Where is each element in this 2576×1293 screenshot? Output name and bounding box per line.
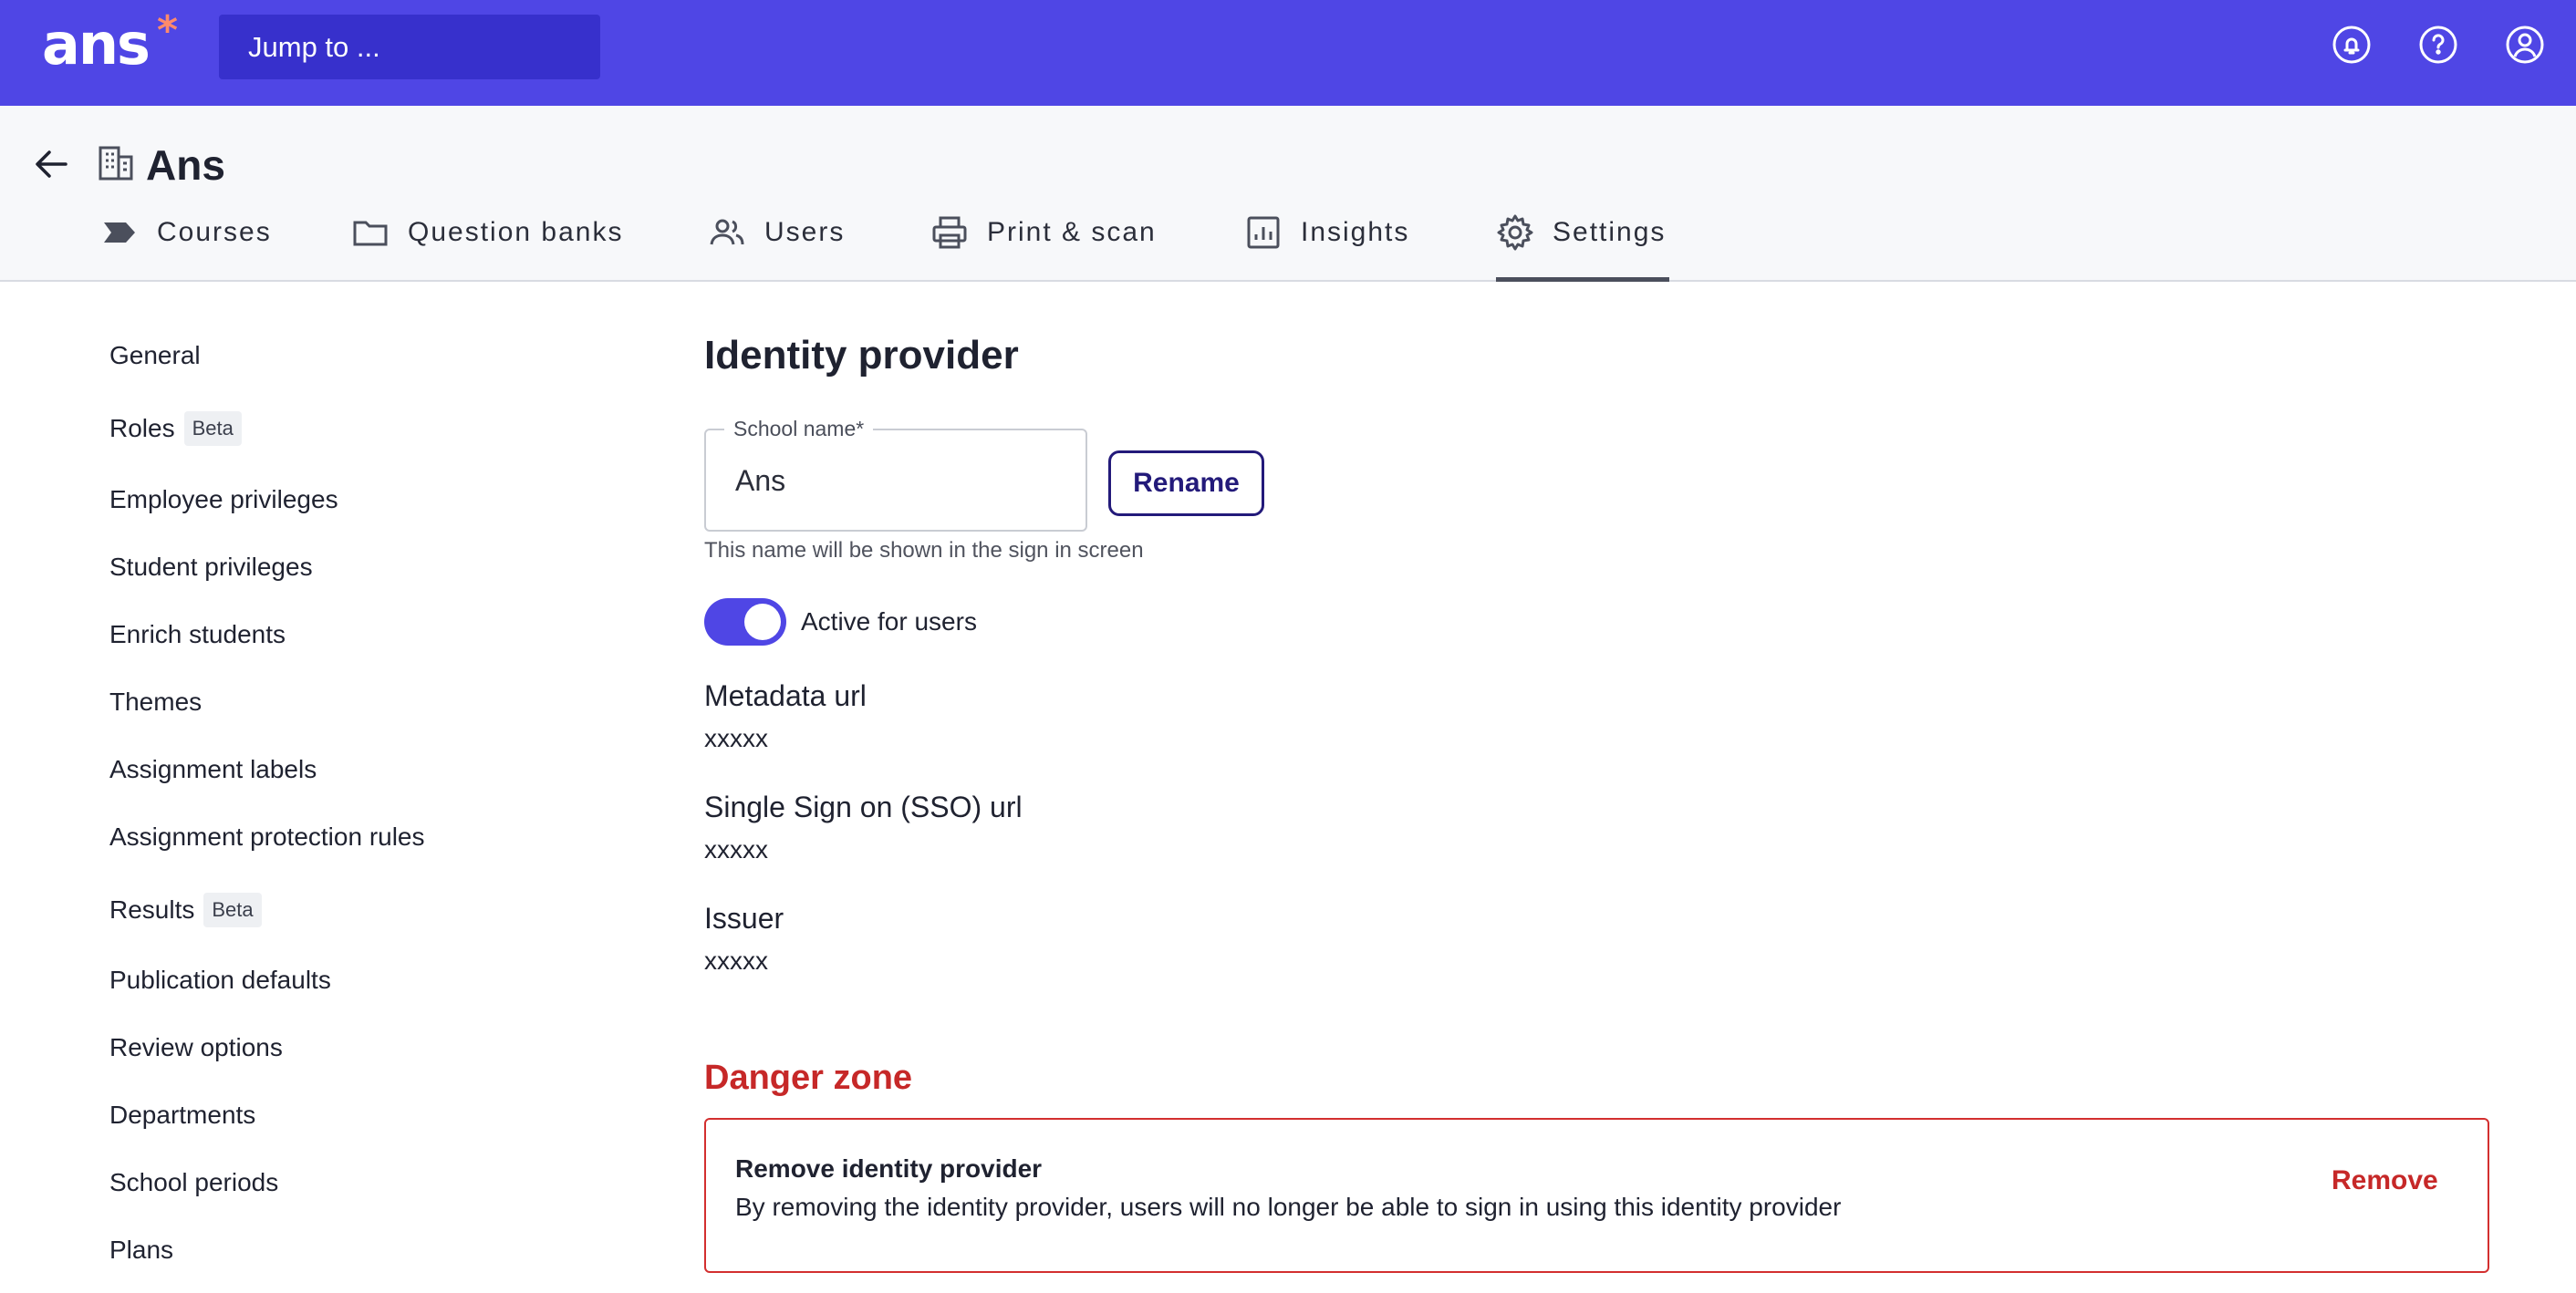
tab-label: Insights xyxy=(1301,217,1410,247)
tab-label: Courses xyxy=(157,217,272,247)
folder-icon xyxy=(353,221,388,246)
danger-zone-heading: Remove identity provider xyxy=(735,1154,1043,1183)
sidebar-item-general[interactable]: General xyxy=(109,339,201,372)
tab-label: Print & scan xyxy=(987,217,1157,247)
toggle-label: Active for users xyxy=(801,607,977,636)
users-icon xyxy=(710,219,744,245)
sidebar-item-themes[interactable]: Themes xyxy=(109,686,202,719)
top-bar: ans * Jump to ... xyxy=(0,0,2576,106)
beta-badge: Beta xyxy=(183,411,242,446)
section-title: Identity provider xyxy=(704,333,1019,378)
school-name-input[interactable]: Ans xyxy=(735,462,785,499)
tab-insights[interactable]: Insights xyxy=(1244,213,1409,282)
sidebar-item-employee-privileges[interactable]: Employee privileges xyxy=(109,483,338,516)
sidebar-item-review-options[interactable]: Review options xyxy=(109,1031,283,1064)
sidebar-item-label: Plans xyxy=(109,1236,174,1264)
sidebar-item-departments[interactable]: Departments xyxy=(109,1099,255,1132)
danger-zone-title: Danger zone xyxy=(704,1059,913,1097)
beta-badge: Beta xyxy=(203,893,262,927)
sidebar-item-assignment-protection-rules[interactable]: Assignment protection rules xyxy=(109,821,425,853)
sidebar-item-publication-defaults[interactable]: Publication defaults xyxy=(109,964,331,997)
tab-print-scan[interactable]: Print & scan xyxy=(930,213,1157,282)
tab-courses[interactable]: Courses xyxy=(100,213,272,282)
sidebar-item-plans[interactable]: Plans xyxy=(109,1234,173,1267)
rename-button[interactable]: Rename xyxy=(1108,450,1264,516)
sidebar-item-assignment-labels[interactable]: Assignment labels xyxy=(109,753,317,786)
sidebar-item-label: Assignment protection rules xyxy=(109,822,425,851)
building-icon xyxy=(97,144,135,182)
back-arrow-icon[interactable] xyxy=(31,144,71,184)
tab-label: Settings xyxy=(1553,217,1667,247)
tab-settings[interactable]: Settings xyxy=(1496,213,1669,282)
issuer-value: xxxxx xyxy=(704,946,768,975)
issuer-label: Issuer xyxy=(704,902,784,935)
sidebar-item-label: Student privileges xyxy=(109,553,313,581)
sso-url-label: Single Sign on (SSO) url xyxy=(704,791,1023,823)
logo-asterisk: * xyxy=(157,7,179,54)
sidebar-item-label: Results xyxy=(109,895,195,924)
sidebar-item-enrich-students[interactable]: Enrich students xyxy=(109,618,286,651)
sso-url-value: xxxxx xyxy=(704,835,768,864)
sidebar-item-label: Themes xyxy=(109,688,203,716)
sidebar-item-school-periods[interactable]: School periods xyxy=(109,1166,278,1199)
page-header: Ans Courses Question banks Users Print &… xyxy=(0,106,2576,282)
jump-to-search[interactable]: Jump to ... xyxy=(219,15,600,79)
sidebar-item-label: Publication defaults xyxy=(109,966,331,994)
printer-icon xyxy=(932,216,967,249)
sidebar-item-roles[interactable]: Roles Beta xyxy=(109,411,242,446)
gear-icon xyxy=(1497,214,1533,251)
toggle-knob xyxy=(744,604,781,640)
tab-question-banks[interactable]: Question banks xyxy=(351,213,623,282)
account-icon[interactable] xyxy=(2504,24,2546,66)
insights-icon xyxy=(1247,216,1280,249)
sidebar-item-label: Enrich students xyxy=(109,620,286,648)
tab-label: Question banks xyxy=(408,217,624,247)
help-icon[interactable] xyxy=(2417,24,2459,66)
courses-icon xyxy=(104,222,135,243)
sidebar-item-student-privileges[interactable]: Student privileges xyxy=(109,551,313,584)
tab-users[interactable]: Users xyxy=(708,213,845,282)
notifications-icon[interactable] xyxy=(2331,24,2373,66)
danger-zone-description: By removing the identity provider, users… xyxy=(735,1193,1842,1221)
active-for-users-toggle[interactable] xyxy=(704,598,786,646)
sidebar-item-label: Review options xyxy=(109,1033,283,1061)
sidebar-item-label: Roles xyxy=(109,414,175,442)
tab-label: Users xyxy=(764,217,846,247)
school-name-label: School name* xyxy=(724,416,874,441)
page-title: Ans xyxy=(146,141,225,189)
sidebar-item-label: Employee privileges xyxy=(109,485,338,513)
sidebar-item-label: General xyxy=(109,341,201,369)
sidebar-item-results[interactable]: Results Beta xyxy=(109,893,262,927)
metadata-url-value: xxxxx xyxy=(704,724,768,752)
sidebar-item-label: School periods xyxy=(109,1168,279,1196)
sidebar-item-label: Assignment labels xyxy=(109,755,317,783)
metadata-url-label: Metadata url xyxy=(704,679,867,712)
remove-button[interactable]: Remove xyxy=(2332,1163,2438,1199)
sidebar-item-label: Departments xyxy=(109,1101,256,1129)
school-name-hint: This name will be shown in the sign in s… xyxy=(704,538,1144,563)
app-logo[interactable]: ans xyxy=(42,16,151,73)
